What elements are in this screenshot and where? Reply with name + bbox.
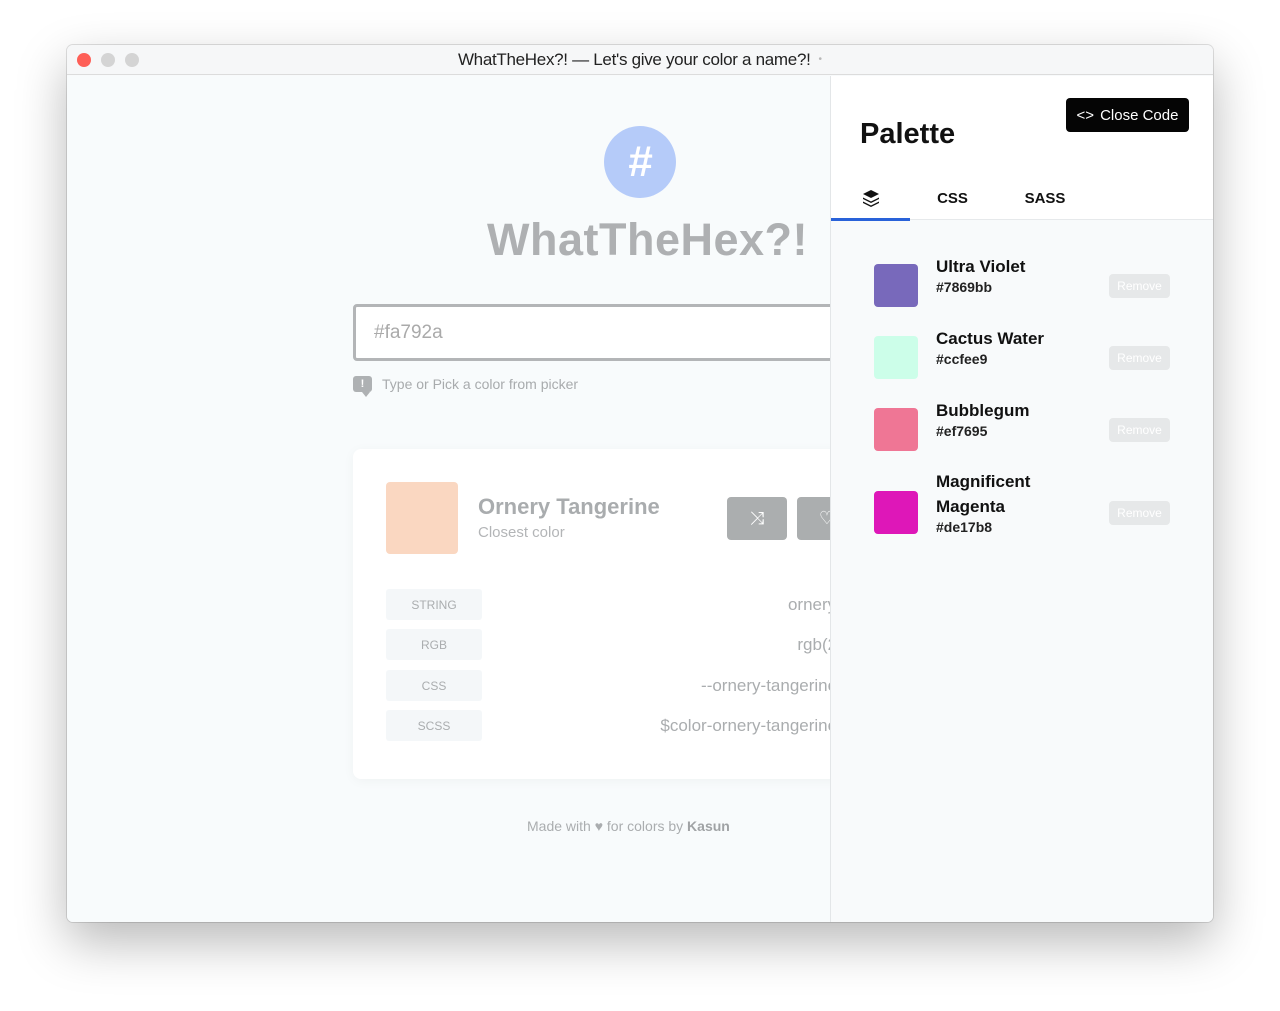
author-link[interactable]: Kasun [687, 818, 730, 834]
input-hint: ! Type or Pick a color from picker [353, 376, 579, 397]
palette-color-name: Ultra Violet [936, 257, 1026, 276]
favorite-button[interactable]: ♡ [797, 497, 830, 540]
palette-title: Palette [860, 118, 956, 150]
hex-input[interactable] [353, 304, 830, 361]
tab-palette[interactable] [831, 176, 910, 221]
footer-prefix: Made with [527, 818, 591, 834]
main-area: # WhatTheHex?! ! Type or Pick a color fr… [67, 76, 830, 922]
format-label: STRING [386, 589, 482, 620]
palette-color-hex: #7869bb [936, 279, 993, 295]
title-bar: WhatTheHex?! — Let's give your color a n… [67, 45, 1213, 75]
window-title: WhatTheHex?! — Let's give your color a n… [457, 49, 811, 69]
tab-sass[interactable]: SASS [990, 176, 1100, 220]
layers-icon [862, 190, 879, 207]
closest-color-swatch [386, 482, 458, 554]
closest-color-label: Closest color [478, 524, 565, 541]
hash-logo-icon: # [604, 126, 676, 198]
format-label: SCSS [386, 710, 482, 741]
code-icon: <> [1076, 106, 1095, 124]
edited-indicator: • [818, 54, 823, 65]
palette-color-name: Cactus Water [936, 329, 1045, 348]
format-value[interactable]: --ornery-tangerine: # [701, 670, 830, 701]
shuffle-button[interactable]: ⤨ [727, 497, 787, 540]
format-value[interactable]: ornery-ta [788, 589, 830, 620]
close-code-button[interactable]: <> Close Code [1066, 98, 1189, 132]
maximize-window-button[interactable] [125, 53, 139, 67]
format-value[interactable]: $color-ornery-tangerine: # [660, 710, 830, 741]
palette-color-hex: #ef7695 [936, 423, 988, 439]
close-code-label: Close Code [1100, 106, 1179, 124]
palette-swatch[interactable] [874, 264, 918, 307]
palette-color-hex: #ccfee9 [936, 351, 988, 367]
palette-header: Palette <> Close Code CSS SASS [831, 76, 1213, 221]
footer: Made with ♥ for colors by Kasun [527, 818, 730, 834]
palette-tabs: CSS SASS [831, 176, 1100, 221]
hint-text: Type or Pick a color from picker [382, 376, 579, 392]
palette-color-hex: #de17b8 [936, 519, 993, 535]
format-row-rgb: RGB rgb(250 [386, 629, 830, 660]
remove-button[interactable]: Remove [1109, 418, 1170, 442]
shuffle-icon: ⤨ [749, 508, 765, 528]
format-row-scss: SCSS $color-ornery-tangerine: # [386, 710, 830, 741]
app-title: WhatTheHex?! [487, 214, 808, 265]
closest-color-name: Ornery Tangerine [478, 494, 660, 519]
format-row-string: STRING ornery-ta [386, 589, 830, 620]
result-card: Ornery Tangerine Closest color ⤨ ♡ STRIN… [353, 449, 830, 779]
format-label: RGB [386, 629, 482, 660]
message-alert-icon: ! [353, 376, 372, 397]
format-row-css: CSS --ornery-tangerine: # [386, 670, 830, 701]
palette-color-name: Magnificent Magenta [936, 472, 1031, 516]
tab-css[interactable]: CSS [915, 176, 990, 220]
close-window-button[interactable] [77, 53, 91, 67]
palette-swatch[interactable] [874, 408, 918, 451]
palette-swatch[interactable] [874, 336, 918, 379]
remove-button[interactable]: Remove [1109, 346, 1170, 370]
heart-icon: ♥ [594, 818, 604, 834]
remove-button[interactable]: Remove [1109, 274, 1170, 298]
palette-swatch[interactable] [874, 491, 918, 534]
format-value[interactable]: rgb(250 [797, 629, 830, 660]
minimize-window-button[interactable] [101, 53, 115, 67]
palette-panel: Palette <> Close Code CSS SASS Ultra Vio… [830, 76, 1213, 922]
heart-icon: ♡ [818, 508, 830, 528]
format-label: CSS [386, 670, 482, 701]
app-window: WhatTheHex?! — Let's give your color a n… [67, 45, 1213, 922]
window-controls [77, 53, 139, 67]
palette-color-name: Bubblegum [936, 401, 1030, 420]
remove-button[interactable]: Remove [1109, 501, 1170, 525]
footer-middle: for colors by [606, 818, 684, 834]
